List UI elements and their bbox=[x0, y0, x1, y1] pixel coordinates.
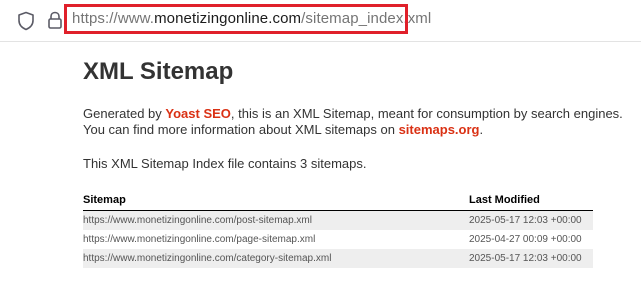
sitemap-link[interactable]: https://www.monetizingonline.com/page-si… bbox=[83, 230, 469, 249]
header-sitemap: Sitemap bbox=[83, 192, 469, 211]
url-highlight-box bbox=[64, 4, 408, 34]
table-row: https://www.monetizingonline.com/categor… bbox=[83, 249, 593, 268]
sitemap-content: XML Sitemap Generated by Yoast SEO, this… bbox=[83, 58, 623, 268]
lock-icon[interactable] bbox=[47, 11, 63, 30]
intro-part3: You can find more information about XML … bbox=[83, 122, 399, 137]
table-row: https://www.monetizingonline.com/page-si… bbox=[83, 230, 593, 249]
last-modified: 2025-05-17 12:03 +00:00 bbox=[469, 210, 593, 230]
sitemaps-org-link[interactable]: sitemaps.org bbox=[399, 122, 480, 137]
yoast-seo-link[interactable]: Yoast SEO bbox=[165, 106, 231, 121]
sitemap-link[interactable]: https://www.monetizingonline.com/post-si… bbox=[83, 210, 469, 230]
last-modified: 2025-04-27 00:09 +00:00 bbox=[469, 233, 582, 245]
last-modified: 2025-05-17 12:03 +00:00 bbox=[469, 249, 593, 268]
intro-part2: , this is an XML Sitemap, meant for cons… bbox=[230, 106, 623, 121]
table-row: https://www.monetizingonline.com/post-si… bbox=[83, 210, 593, 230]
table-header-row: Sitemap Last Modified bbox=[83, 192, 593, 211]
sitemap-count-text: This XML Sitemap Index file contains 3 s… bbox=[83, 156, 367, 171]
header-last-modified: Last Modified bbox=[469, 192, 593, 211]
address-bar: https://www.monetizingonline.com/sitemap… bbox=[0, 0, 641, 42]
shield-icon[interactable] bbox=[17, 11, 35, 31]
intro-part1: Generated by bbox=[83, 106, 166, 121]
sitemap-link[interactable]: https://www.monetizingonline.com/categor… bbox=[83, 249, 469, 268]
intro-text: Generated by Yoast SEO, this is an XML S… bbox=[83, 106, 623, 138]
page-title: XML Sitemap bbox=[83, 58, 234, 85]
intro-part4: . bbox=[479, 122, 484, 137]
sitemap-table: Sitemap Last Modified https://www.moneti… bbox=[83, 192, 593, 268]
